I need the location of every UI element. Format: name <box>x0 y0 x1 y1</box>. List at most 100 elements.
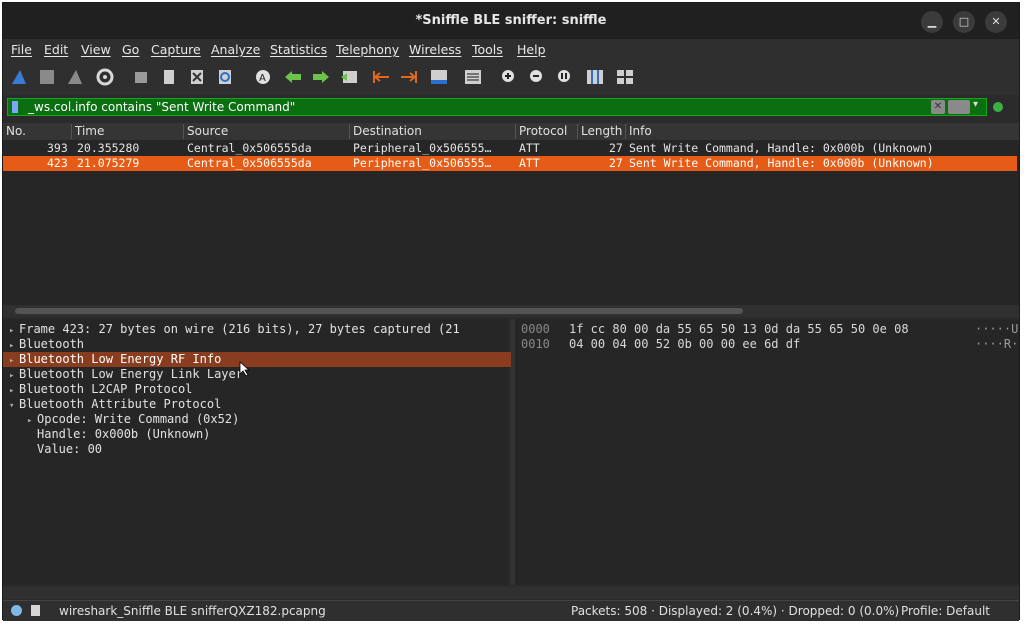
bytes-ascii: ····R· <box>975 337 1019 351</box>
svg-text:A: A <box>259 73 266 84</box>
menu-view[interactable]: View <box>81 42 111 57</box>
bookmark-icon[interactable] <box>12 101 18 113</box>
tree-item-bluetooth[interactable]: ▸ Bluetooth <box>9 337 515 352</box>
open-folder-icon[interactable] <box>131 67 151 87</box>
col-header-time[interactable]: Time <box>75 124 104 138</box>
save-file-icon[interactable] <box>159 67 179 87</box>
tree-item-label: Opcode: Write Command (0x52) <box>37 412 240 426</box>
go-forward-arrow-icon[interactable] <box>311 67 331 87</box>
scrollbar-thumb[interactable] <box>15 308 743 314</box>
filter-dropdown-icon[interactable]: ▾ <box>973 99 978 110</box>
shark-fin-start-icon[interactable] <box>9 67 29 87</box>
display-filter-text[interactable]: _ws.col.info contains "Sent Write Comman… <box>28 99 295 115</box>
expand-arrow-icon[interactable]: ▸ <box>27 416 37 426</box>
packet-row-selected[interactable]: 423 21.075279 Central_0x506555da Periphe… <box>3 156 1017 171</box>
normal-size-icon[interactable] <box>555 67 575 87</box>
layout-grid-icon[interactable] <box>615 67 635 87</box>
column-divider <box>183 124 184 139</box>
display-filter-input[interactable]: _ws.col.info contains "Sent Write Comman… <box>7 98 987 116</box>
col-header-length[interactable]: Length <box>581 124 622 138</box>
go-to-packet-icon[interactable] <box>339 67 359 87</box>
find-packet-icon[interactable]: A <box>253 67 273 87</box>
packet-no: 423 <box>47 156 68 170</box>
menu-tools[interactable]: Tools <box>472 42 503 57</box>
close-icon[interactable]: ✕ <box>985 11 1007 33</box>
minimize-icon[interactable]: ▁ <box>921 11 943 33</box>
tree-item-label: Bluetooth Low Energy Link Layer <box>19 367 243 381</box>
expand-arrow-icon[interactable]: ▸ <box>9 371 19 381</box>
packet-source: Central_0x506555da <box>187 141 312 155</box>
maximize-icon[interactable]: □ <box>953 11 975 33</box>
bytes-hex: 04 00 04 00 52 0b 00 00 ee 6d df <box>569 337 801 351</box>
menu-analyze[interactable]: Analyze <box>211 42 260 57</box>
menu-help[interactable]: Help <box>517 42 546 57</box>
packet-counts: Packets: 508 · Displayed: 2 (0.4%) · Dro… <box>571 604 900 618</box>
profile-label[interactable]: Profile: Default <box>901 604 990 618</box>
expand-arrow-icon[interactable]: ▸ <box>9 386 19 396</box>
tree-item-att[interactable]: ▾ Bluetooth Attribute Protocol <box>9 397 515 412</box>
col-header-source[interactable]: Source <box>187 124 228 138</box>
tree-item-label: Bluetooth Low Energy RF Info <box>19 352 222 366</box>
packet-bytes-pane: 0000 1f cc 80 00 da 55 65 50 13 0d da 55… <box>515 319 1019 585</box>
reload-icon[interactable] <box>215 67 235 87</box>
menu-file[interactable]: File <box>11 42 32 57</box>
colorize-icon[interactable] <box>463 67 483 87</box>
tree-item-label: Value: 00 <box>37 442 103 456</box>
clear-filter-icon[interactable]: ✕ <box>931 100 945 114</box>
resize-columns-icon[interactable] <box>585 67 605 87</box>
col-header-destination[interactable]: Destination <box>353 124 422 138</box>
zoom-in-icon[interactable] <box>499 67 519 87</box>
column-divider <box>625 124 626 139</box>
packet-list-horizontal-scrollbar[interactable] <box>3 305 1019 317</box>
collapse-arrow-icon[interactable]: ▾ <box>9 401 19 411</box>
zoom-out-icon[interactable] <box>527 67 547 87</box>
bytes-hex: 1f cc 80 00 da 55 65 50 13 0d da 55 65 5… <box>569 322 909 336</box>
tree-item-ble-rf-info[interactable]: ▸ Bluetooth Low Energy RF Info <box>3 352 515 367</box>
expand-arrow-icon[interactable]: ▸ <box>9 326 19 336</box>
apply-filter-arrow-icon[interactable] <box>948 100 970 114</box>
bytes-offset: 0000 <box>521 322 550 336</box>
packet-row[interactable]: 393 20.355280 Central_0x506555da Periphe… <box>3 141 1017 156</box>
tree-item-opcode[interactable]: ▸ Opcode: Write Command (0x52) <box>27 412 533 427</box>
options-gear-icon[interactable] <box>95 67 115 87</box>
packet-info: Sent Write Command, Handle: 0x000b (Unkn… <box>629 141 934 155</box>
tree-item-ble-link-layer[interactable]: ▸ Bluetooth Low Energy Link Layer <box>9 367 515 382</box>
tree-item-handle[interactable]: Handle: 0x000b (Unknown) <box>27 427 533 442</box>
tree-item-l2cap[interactable]: ▸ Bluetooth L2CAP Protocol <box>9 382 515 397</box>
restart-fin-icon[interactable] <box>65 67 85 87</box>
menu-wireless[interactable]: Wireless <box>409 42 461 57</box>
menu-edit[interactable]: Edit <box>44 42 68 57</box>
capture-comment-icon[interactable] <box>31 605 40 616</box>
expand-arrow-icon[interactable]: ▸ <box>9 356 19 366</box>
menu-telephony[interactable]: Telephony <box>336 42 399 57</box>
menu-statistics[interactable]: Statistics <box>270 42 327 57</box>
last-packet-icon[interactable] <box>399 67 419 87</box>
close-file-icon[interactable] <box>187 67 207 87</box>
tree-item-value[interactable]: Value: 00 <box>27 442 533 457</box>
packet-no: 393 <box>47 141 68 155</box>
bytes-row[interactable]: 0010 04 00 04 00 52 0b 00 00 ee 6d df ··… <box>515 337 1019 352</box>
bytes-row[interactable]: 0000 1f cc 80 00 da 55 65 50 13 0d da 55… <box>515 322 1019 337</box>
col-header-no[interactable]: No. <box>6 124 26 138</box>
menu-go[interactable]: Go <box>122 42 139 57</box>
packet-list-header: No. Time Source Destination Protocol Len… <box>3 123 1019 141</box>
col-header-info[interactable]: Info <box>629 124 652 138</box>
stop-square-icon[interactable] <box>37 67 57 87</box>
tree-item-label: Bluetooth <box>19 337 85 351</box>
packet-length: 27 <box>609 156 623 170</box>
expert-info-icon[interactable] <box>11 605 22 616</box>
bytes-offset: 0010 <box>521 337 550 351</box>
capture-file-name: wireshark_Sniffle BLE snifferQXZ182.pcap… <box>59 604 326 618</box>
add-filter-button-icon[interactable] <box>993 102 1003 112</box>
first-packet-icon[interactable] <box>371 67 391 87</box>
auto-scroll-icon[interactable] <box>429 67 449 87</box>
go-back-arrow-icon[interactable] <box>283 67 303 87</box>
expand-arrow-icon[interactable]: ▸ <box>9 341 19 351</box>
display-filter-bar: _ws.col.info contains "Sent Write Comman… <box>7 97 1019 117</box>
bottom-horizontal-scrollbar[interactable] <box>3 587 1019 599</box>
col-header-protocol[interactable]: Protocol <box>519 124 567 138</box>
menu-capture[interactable]: Capture <box>151 42 201 57</box>
tree-item-label: Handle: 0x000b (Unknown) <box>37 427 211 441</box>
tree-item-frame[interactable]: ▸ Frame 423: 27 bytes on wire (216 bits),… <box>9 322 515 337</box>
packet-protocol: ATT <box>519 141 540 155</box>
